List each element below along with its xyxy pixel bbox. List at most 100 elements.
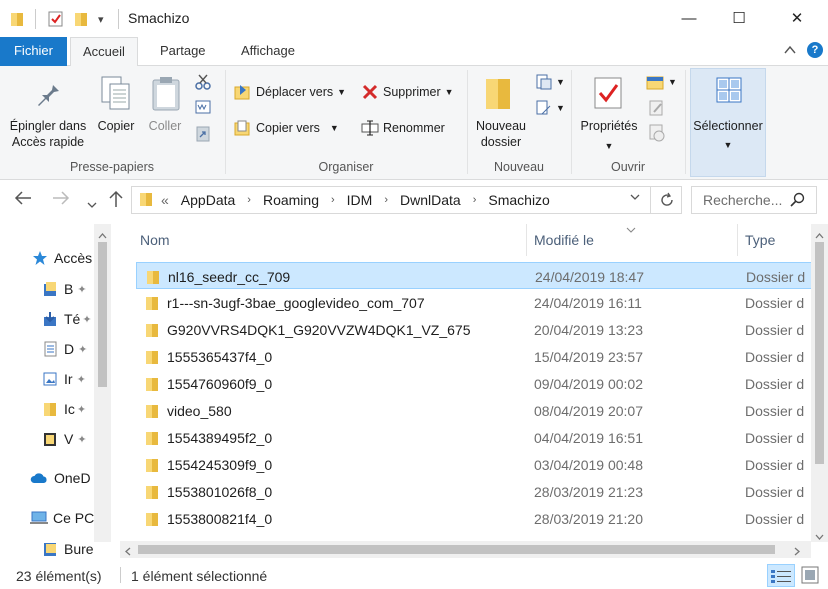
large-icons-view-button[interactable]: [801, 566, 819, 587]
pin-quick-access-button[interactable]: Épingler dans Accès rapide: [4, 118, 92, 150]
scroll-left-icon[interactable]: [125, 545, 131, 559]
breadcrumb-overflow[interactable]: «: [161, 192, 169, 208]
back-arrow-icon[interactable]: [14, 190, 32, 211]
file-type: Dossier d: [745, 484, 805, 500]
move-to-button[interactable]: Déplacer vers ▼: [234, 84, 346, 100]
computer-icon: [30, 511, 48, 524]
tab-file[interactable]: Fichier: [0, 37, 67, 66]
organize-group-label: Organiser: [318, 160, 374, 174]
copy-button[interactable]: Copier: [92, 118, 140, 134]
maximize-button[interactable]: ☐: [716, 0, 762, 36]
tab-home[interactable]: Accueil: [70, 37, 138, 67]
column-header-name[interactable]: Nom: [140, 232, 170, 248]
table-row[interactable]: 1554760960f9_0 09/04/2019 00:02 Dossier d: [136, 370, 828, 397]
search-input[interactable]: Recherche...: [691, 186, 817, 214]
select-button[interactable]: Sélectionner ▼: [690, 68, 766, 177]
table-row[interactable]: nl16_seedr_cc_709 24/04/2019 18:47 Dossier…: [136, 262, 828, 289]
tab-view[interactable]: Affichage: [229, 37, 307, 66]
minimize-button[interactable]: —: [666, 0, 712, 36]
scroll-right-icon[interactable]: [794, 545, 800, 559]
copy-to-button[interactable]: Copier vers ▼: [234, 120, 339, 136]
cut-icon[interactable]: [195, 74, 211, 93]
nav-item-pinned-3[interactable]: D ✦: [43, 337, 87, 361]
new-folder-icon[interactable]: [74, 9, 88, 29]
easy-access-button[interactable]: ▼: [534, 100, 565, 116]
customize-quick-access-button[interactable]: ▾: [98, 9, 104, 29]
folder-icon: [146, 269, 160, 288]
breadcrumb-idm[interactable]: IDM: [347, 192, 373, 208]
collapse-ribbon-icon[interactable]: [784, 43, 796, 58]
copy-path-icon[interactable]: [195, 100, 211, 117]
nav-item-pinned-4[interactable]: Ir ✦: [43, 367, 86, 391]
table-row[interactable]: video_580 08/04/2019 20:07 Dossier d: [136, 397, 828, 424]
paste-button[interactable]: Coller: [142, 118, 188, 134]
column-divider[interactable]: [737, 224, 738, 256]
table-row[interactable]: 1554245309f9_0 03/04/2019 00:48 Dossier d: [136, 451, 828, 478]
folder-icon: [145, 430, 159, 449]
forward-arrow-icon[interactable]: [52, 190, 70, 211]
properties-check-icon[interactable]: [48, 9, 64, 29]
nav-item-this-pc[interactable]: Ce PC: [30, 506, 94, 530]
table-row[interactable]: G920VVRS4DQK1_G920VVZW4DQK1_VZ_675 20/04/…: [136, 316, 828, 343]
open-button[interactable]: ▼: [646, 74, 677, 90]
file-type: Dossier d: [745, 403, 805, 419]
up-arrow-icon[interactable]: [108, 190, 124, 213]
chevron-right-icon[interactable]: ›: [247, 194, 251, 206]
table-row[interactable]: 1554389495f2_0 04/04/2019 16:51 Dossier d: [136, 424, 828, 451]
table-row[interactable]: 1553801026f8_0 28/03/2019 21:23 Dossier d: [136, 478, 828, 505]
details-view-button[interactable]: [767, 564, 795, 587]
folder-icon: [145, 376, 159, 395]
scroll-thumb[interactable]: [138, 545, 775, 554]
scroll-up-icon[interactable]: [815, 228, 824, 242]
scroll-up-icon[interactable]: [98, 228, 107, 242]
new-item-button[interactable]: ▼: [534, 74, 565, 90]
nav-item-pinned-6[interactable]: V ✦: [43, 427, 87, 451]
nav-item-pinned-2[interactable]: Té ✦: [43, 307, 92, 331]
new-folder-button[interactable]: Nouveau dossier: [470, 118, 532, 150]
search-icon[interactable]: [790, 192, 806, 211]
recent-locations-icon[interactable]: [87, 194, 97, 214]
nav-item-desktop[interactable]: Bure: [43, 537, 94, 561]
history-icon[interactable]: [648, 124, 666, 145]
table-row[interactable]: r1---sn-3ugf-3bae_googlevideo_com_707 24/…: [136, 289, 828, 316]
breadcrumb-roaming[interactable]: Roaming: [263, 192, 319, 208]
rename-button[interactable]: Renommer: [361, 120, 445, 136]
nav-item-pinned-5[interactable]: Ic ✦: [43, 397, 86, 421]
vertical-scrollbar[interactable]: [811, 224, 828, 542]
nav-item-onedrive[interactable]: OneD: [30, 466, 91, 490]
help-icon[interactable]: ?: [807, 42, 823, 58]
chevron-right-icon[interactable]: ›: [384, 194, 388, 206]
column-header-type[interactable]: Type: [745, 232, 775, 248]
scroll-thumb[interactable]: [815, 242, 824, 464]
scroll-thumb[interactable]: [98, 242, 107, 387]
breadcrumb-dwnldata[interactable]: DwnlData: [400, 192, 461, 208]
properties-button[interactable]: Propriétés ▼: [574, 118, 644, 154]
nav-item-quick-access[interactable]: Accès: [32, 246, 92, 270]
column-divider[interactable]: [526, 224, 527, 256]
edit-icon[interactable]: [648, 100, 666, 119]
chevron-right-icon[interactable]: ›: [331, 194, 335, 206]
folder-icon: [145, 349, 159, 368]
paste-shortcut-icon[interactable]: [196, 124, 210, 145]
chevron-right-icon[interactable]: ›: [473, 194, 477, 206]
column-header-modified[interactable]: Modifié le: [534, 232, 594, 248]
breadcrumb-smachizo[interactable]: Smachizo: [488, 192, 549, 208]
folder-icon: [145, 484, 159, 503]
address-dropdown-icon[interactable]: [630, 193, 640, 204]
breadcrumb-appdata[interactable]: AppData: [181, 192, 235, 208]
file-list: Nom Modifié le Type nl16_seedr_cc_709 24/…: [120, 220, 828, 560]
table-row[interactable]: 1555365437f4_0 15/04/2019 23:57 Dossier d: [136, 343, 828, 370]
nav-item-pinned-1[interactable]: B ✦: [43, 277, 87, 301]
selection-count: 1 élément sélectionné: [131, 568, 268, 584]
address-bar[interactable]: « AppData › Roaming › IDM › DwnlData › S…: [131, 186, 682, 214]
horizontal-scrollbar[interactable]: [120, 541, 811, 558]
new-folder-label-line2: dossier: [480, 135, 522, 149]
refresh-icon[interactable]: [659, 192, 675, 211]
navpane-scrollbar[interactable]: [94, 224, 111, 542]
pin-icon: ✦: [82, 313, 92, 326]
delete-button[interactable]: Supprimer ▼: [361, 84, 454, 100]
scroll-down-icon[interactable]: [815, 529, 824, 543]
tab-share[interactable]: Partage: [148, 37, 218, 66]
table-row[interactable]: 1553800821f4_0 28/03/2019 21:20 Dossier d: [136, 505, 828, 532]
close-button[interactable]: ✕: [774, 0, 820, 36]
